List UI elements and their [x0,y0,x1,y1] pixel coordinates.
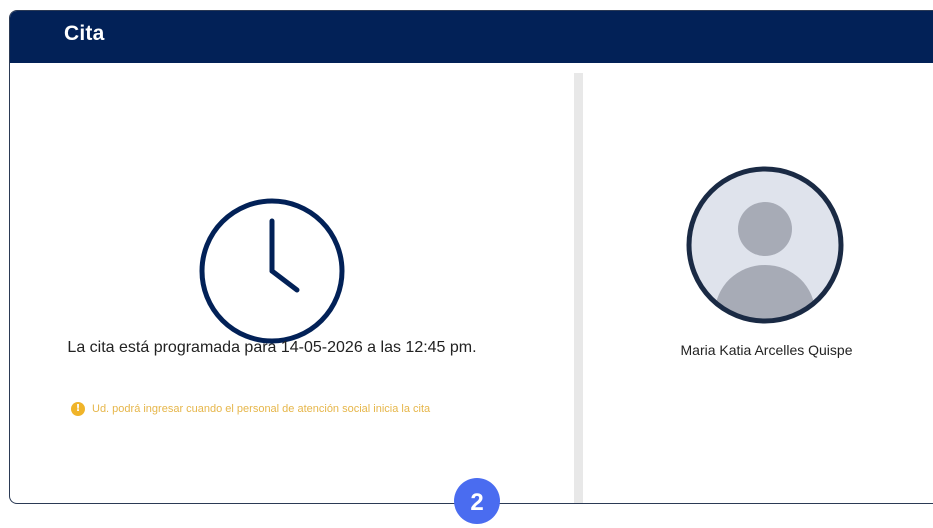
step-number-badge: 2 [454,478,500,524]
appointment-card: Cita La cita está programada para 14-05-… [9,10,933,504]
notice-text: Ud. podrá ingresar cuando el personal de… [92,403,431,415]
info-icon: ! [71,402,85,416]
card-header: Cita [10,11,933,63]
user-avatar-icon [686,166,844,324]
notice-message: ! Ud. podrá ingresar cuando el personal … [71,402,430,416]
patient-panel: Maria Katia Arcelles Quispe [583,63,933,503]
header-title: Cita [64,22,105,45]
panel-divider [574,73,583,503]
appointment-schedule-panel: La cita está programada para 14-05-2026 … [10,63,574,503]
patient-name: Maria Katia Arcelles Quispe [680,342,853,358]
clock-icon [199,198,345,344]
schedule-text: La cita está programada para 14-05-2026 … [67,339,477,356]
